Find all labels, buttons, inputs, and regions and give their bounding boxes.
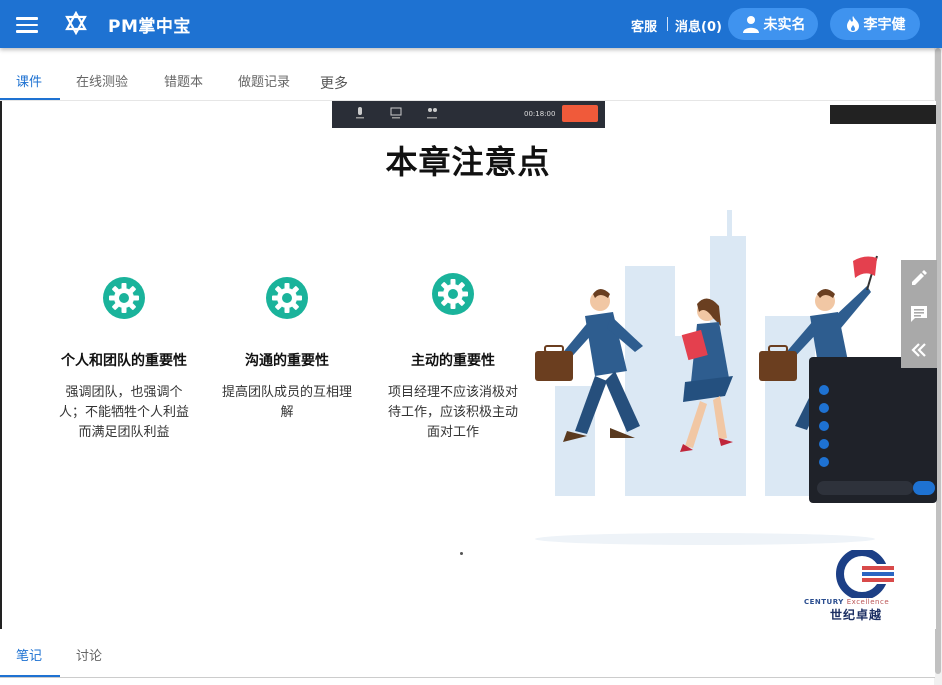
customer-service-link[interactable]: 客服	[631, 16, 657, 35]
pencil-icon	[912, 270, 927, 285]
point-heading: 沟通的重要性	[245, 353, 329, 369]
messages-link[interactable]: 消息(0)	[675, 16, 722, 35]
gear-icon	[103, 277, 145, 319]
meeting-toolbar: 00:18:00	[332, 101, 605, 128]
tab-courseware[interactable]: 课件	[16, 71, 42, 90]
tab-notes[interactable]: 笔记	[16, 645, 42, 664]
chat-message	[819, 385, 929, 395]
collapse-panel-button[interactable]	[901, 332, 937, 368]
user-name: 李宇健	[863, 17, 906, 33]
app-title: PM掌中宝	[108, 17, 191, 37]
divider	[667, 17, 668, 31]
edit-note-button[interactable]	[901, 260, 937, 296]
chat-message	[819, 439, 929, 449]
gear-icon	[432, 273, 474, 315]
flame-icon	[846, 16, 859, 32]
comment-button[interactable]	[901, 296, 937, 332]
gear-icon	[266, 277, 308, 319]
tab-indicator	[0, 98, 60, 100]
slide-title: 本章注意点	[385, 143, 551, 181]
point-text: 提高团队成员的互相理解	[222, 385, 353, 420]
point-text: 强调团队，也强调个人；不能牺牲个人利益而满足团队利益	[58, 385, 189, 440]
point-card: 沟通的重要性 提高团队成员的互相理解	[197, 276, 377, 423]
verify-button[interactable]: 未实名	[728, 8, 818, 40]
viewer-border	[0, 101, 2, 629]
user-button[interactable]: 李宇健	[830, 8, 920, 40]
participants-icon[interactable]	[424, 106, 440, 121]
star-icon	[65, 11, 87, 35]
tab-more[interactable]: 更多	[320, 73, 348, 93]
century-logo: CENTURY Excellence 世纪卓越	[804, 550, 929, 622]
chat-panel	[809, 357, 937, 503]
meeting-timer: 00:18:00	[524, 110, 556, 118]
notes-tabs: 笔记 讨论	[0, 629, 935, 678]
point-text: 项目经理不应该消极对待工作，应该积极主动面对工作	[388, 385, 519, 440]
live-status	[830, 105, 936, 124]
notes-tab-indicator	[0, 675, 60, 677]
tab-online-quiz[interactable]: 在线测验	[76, 71, 128, 90]
point-heading: 个人和团队的重要性	[61, 353, 187, 369]
tab-practice-record[interactable]: 做题记录	[238, 71, 290, 90]
slide-dot	[460, 552, 463, 555]
end-meeting-button[interactable]	[562, 105, 598, 122]
chat-input[interactable]	[817, 481, 913, 495]
user-icon	[742, 16, 759, 33]
logo-text-en: CENTURY Excellence	[804, 598, 890, 606]
share-screen-icon[interactable]	[388, 106, 404, 121]
microphone-icon[interactable]	[352, 106, 368, 121]
slide-viewer: 00:18:00 本章注意点 个人和团队的重要性 强调团队，也强调个人；不能牺牲…	[0, 101, 936, 629]
chat-message	[819, 457, 929, 467]
comment-icon	[911, 306, 927, 322]
double-chevron-left-icon	[911, 343, 926, 357]
tab-wrong-questions[interactable]: 错题本	[164, 71, 203, 90]
chat-send-button[interactable]	[913, 481, 935, 495]
logo-text-cn: 世纪卓越	[830, 608, 883, 622]
point-card: 个人和团队的重要性 强调团队，也强调个人；不能牺牲个人利益而满足团队利益	[34, 276, 214, 443]
main-tabs: 课件 在线测验 错题本 做题记录 更多	[0, 48, 935, 101]
top-app-bar: PM掌中宝 客服 消息(0) 未实名 李宇健	[0, 0, 942, 48]
chat-message	[819, 421, 929, 431]
chat-message	[819, 403, 929, 413]
tab-discussion[interactable]: 讨论	[76, 645, 102, 664]
verify-label: 未实名	[763, 17, 806, 33]
menu-icon[interactable]	[16, 14, 38, 34]
side-toolbar	[901, 260, 937, 368]
